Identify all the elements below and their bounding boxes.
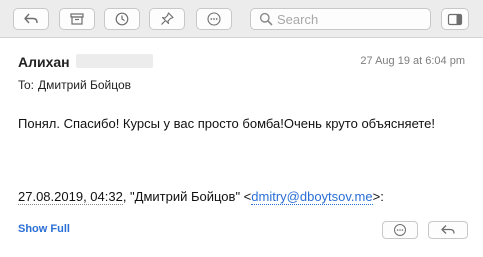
pin-icon: [161, 12, 174, 25]
message-reply-button[interactable]: [428, 221, 468, 239]
recipient-line: To: Дмитрий Бойцов: [18, 78, 131, 92]
search-field[interactable]: [250, 8, 431, 30]
message-date: 27 Aug 19 at 6:04 pm: [360, 55, 465, 67]
quote-date-link[interactable]: 27.08.2019, 04:32: [18, 189, 123, 205]
more-button[interactable]: [196, 8, 232, 30]
message-body: Понял. Спасибо! Курсы у вас просто бомба…: [18, 116, 436, 131]
remind-button[interactable]: [104, 8, 140, 30]
toolbar: [0, 0, 483, 38]
more-icon: [394, 224, 406, 236]
redacted-sender-address: [76, 54, 153, 68]
sender-name: Алихан: [18, 54, 70, 70]
quote-header: 27.08.2019, 04:32, "Дмитрий Бойцов" <dmi…: [18, 189, 384, 205]
more-icon: [207, 12, 221, 26]
reply-button[interactable]: [13, 8, 49, 30]
quote-email-link[interactable]: dmitry@dboytsov.me: [251, 189, 373, 205]
quote-end: >:: [372, 189, 384, 204]
message-more-button[interactable]: [382, 221, 418, 239]
message-card: Алихан 27 Aug 19 at 6:04 pm To: Дмитрий Б…: [2, 40, 481, 257]
archive-button[interactable]: [59, 8, 95, 30]
archive-icon: [70, 13, 84, 25]
clock-icon: [115, 12, 129, 26]
sidebar-icon: [447, 13, 463, 25]
pin-button[interactable]: [149, 8, 185, 30]
reply-icon: [24, 13, 38, 24]
search-icon: [259, 12, 273, 26]
reply-icon: [441, 225, 455, 234]
quote-author: , "Дмитрий Бойцов" <: [122, 189, 252, 204]
recipient-name[interactable]: Дмитрий Бойцов: [38, 78, 131, 92]
to-label: To:: [18, 78, 35, 92]
sidebar-toggle-button[interactable]: [441, 8, 469, 30]
show-full-link[interactable]: Show Full: [18, 223, 70, 235]
search-input[interactable]: [277, 10, 427, 28]
